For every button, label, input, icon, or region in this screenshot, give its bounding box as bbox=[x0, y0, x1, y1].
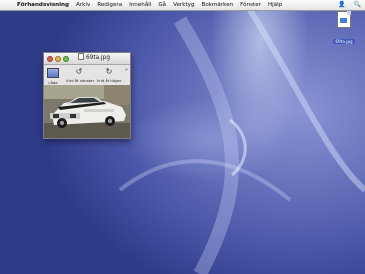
desktop-file-label: 69ta.jpg bbox=[333, 39, 355, 44]
menu-window[interactable]: Fönster bbox=[240, 2, 261, 8]
menu-go[interactable]: Gå bbox=[158, 2, 166, 8]
document-proxy-icon[interactable] bbox=[78, 53, 84, 60]
menu-file[interactable]: Arkiv bbox=[76, 2, 90, 8]
desktop-file-icon[interactable]: 69ta.jpg bbox=[327, 11, 361, 47]
spotlight-search-icon[interactable]: 🔍 bbox=[354, 1, 361, 8]
window-title: 69ta.jpg bbox=[78, 53, 110, 64]
menubar-extras: 👤 🔍 bbox=[332, 0, 361, 10]
car-photo bbox=[44, 85, 130, 138]
menu-content[interactable]: Innehåll bbox=[129, 2, 151, 8]
jpeg-document-icon bbox=[337, 11, 351, 28]
toolbar-overflow-icon[interactable]: » bbox=[125, 67, 128, 73]
image-view[interactable] bbox=[44, 85, 130, 138]
menu-bookmarks[interactable]: Bokmärken bbox=[201, 2, 233, 8]
rotate-left-icon: ↺ bbox=[75, 67, 83, 76]
menu-app-preview[interactable]: Förhandsvisning bbox=[17, 2, 69, 8]
window-toolbar: ▦ Låda ↺ Vrid åt vänster ↻ Vrid åt höger… bbox=[44, 65, 130, 86]
window-title-text: 69ta.jpg bbox=[86, 55, 111, 61]
drawer-icon: ▦ bbox=[47, 68, 59, 78]
menu-bar: Förhandsvisning Arkiv Redigera Innehåll … bbox=[0, 0, 365, 11]
minimize-button[interactable] bbox=[55, 55, 61, 62]
window-titlebar[interactable]: 69ta.jpg bbox=[44, 53, 130, 65]
menu-tools[interactable]: Verktyg bbox=[173, 2, 194, 8]
rotate-left-button[interactable]: ↺ Vrid åt vänster bbox=[66, 66, 95, 83]
rotate-right-icon: ↻ bbox=[105, 67, 113, 76]
user-icon[interactable]: 👤 bbox=[338, 1, 345, 8]
rotate-left-label: Vrid åt vänster bbox=[66, 78, 95, 83]
menu-help[interactable]: Hjälp bbox=[268, 2, 282, 8]
rotate-right-button[interactable]: ↻ Vrid åt höger bbox=[96, 66, 122, 83]
menu-edit[interactable]: Redigera bbox=[97, 2, 122, 8]
close-button[interactable] bbox=[47, 55, 53, 62]
zoom-button[interactable] bbox=[63, 55, 69, 62]
drawer-button[interactable]: ▦ Låda bbox=[46, 66, 60, 85]
preview-window: 69ta.jpg ▦ Låda ↺ Vrid åt vänster ↻ Vrid… bbox=[43, 52, 131, 139]
rotate-right-label: Vrid åt höger bbox=[96, 78, 122, 83]
menu-list: Förhandsvisning Arkiv Redigera Innehåll … bbox=[17, 0, 287, 10]
